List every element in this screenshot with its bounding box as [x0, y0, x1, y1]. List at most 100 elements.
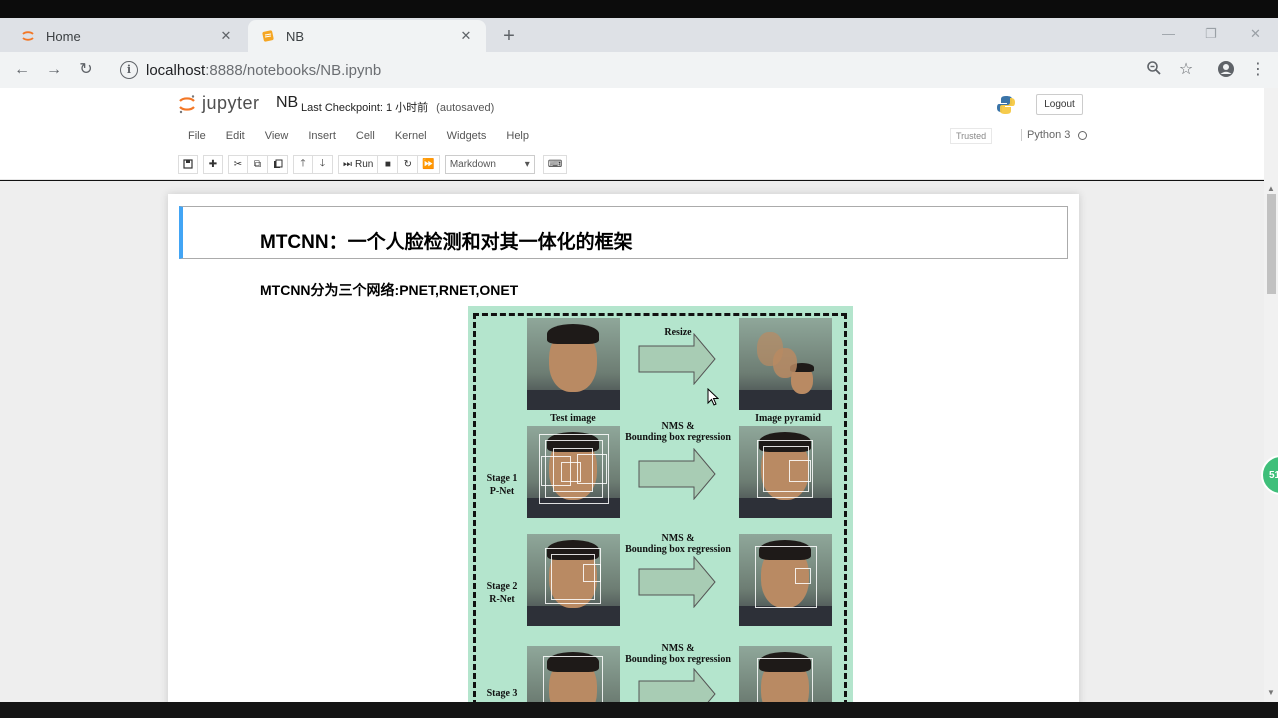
zoom-icon[interactable]	[1144, 60, 1164, 80]
tab-title: Home	[46, 28, 81, 44]
kernel-name: Python 3	[1027, 129, 1071, 141]
image-pyramid	[739, 318, 832, 410]
menu-edit[interactable]: Edit	[216, 126, 255, 148]
bookmark-star-icon[interactable]: ☆	[1176, 60, 1196, 80]
insert-cell-plus-icon[interactable]: ✚	[203, 154, 223, 174]
forward-arrow-icon[interactable]: →	[44, 60, 64, 80]
menu-kebab-icon[interactable]: ⋮	[1248, 60, 1268, 80]
run-label: Run	[355, 158, 374, 170]
mtcnn-pipeline-figure: Test image Resize Image pyramid Stage 1 P…	[468, 306, 853, 718]
url-host: localhost	[146, 61, 206, 79]
test-image	[527, 318, 620, 410]
jupyter-logo[interactable]: jupyter	[178, 93, 260, 114]
paste-icon[interactable]	[268, 154, 288, 174]
stage2-title: Stage 2	[486, 581, 518, 592]
run-button[interactable]: ⏭ Run	[338, 154, 379, 174]
jupyter-logo-icon	[178, 94, 196, 114]
nms-line: NMS &	[661, 643, 695, 654]
profile-icon[interactable]	[1216, 60, 1236, 80]
tab-nb[interactable]: NB ✕	[248, 20, 486, 52]
command-palette-keyboard-icon[interactable]: ⌨	[542, 154, 568, 174]
trusted-indicator[interactable]: Trusted	[950, 128, 993, 144]
python-logo-icon	[996, 95, 1016, 115]
jupyter-logo-text: jupyter	[202, 93, 260, 113]
stage3-label: Stage 3	[482, 687, 522, 700]
stage2-label: Stage 2 R-Net	[482, 580, 522, 606]
tab-close-icon[interactable]: ✕	[218, 28, 234, 44]
logout-button[interactable]: Logout	[1036, 94, 1083, 115]
interrupt-stop-icon[interactable]: ■	[378, 154, 399, 174]
url-path: :8888/notebooks/NB.ipynb	[205, 61, 382, 79]
resize-arrow-icon	[638, 333, 716, 385]
stage2-arrow-icon	[638, 556, 716, 608]
bbox-regression-line: Bounding box regression	[625, 544, 731, 555]
new-tab-button[interactable]: +	[498, 26, 520, 48]
restart-run-all-icon[interactable]: ⏩	[418, 154, 440, 174]
scroll-up-icon[interactable]: ▲	[1267, 184, 1275, 193]
bbox-regression-line: Bounding box regression	[625, 654, 731, 665]
kernel-indicator: Python 3	[1021, 129, 1088, 141]
browser-toolbar: ← → ↻ i localhost:8888/notebooks/NB.ipyn…	[0, 52, 1278, 88]
checkpoint-status: Last Checkpoint: 1 小时前 (autosaved)	[301, 99, 494, 115]
move-down-arrow-icon[interactable]: 🡓	[313, 154, 333, 174]
autosave-status: (autosaved)	[436, 102, 495, 114]
stage1-nms-label: NMS & Bounding box regression	[618, 421, 738, 443]
tab-close-icon[interactable]: ✕	[458, 28, 474, 44]
run-step-icon: ⏭	[343, 158, 352, 170]
copy-icon[interactable]: ⧉	[248, 154, 268, 174]
move-up-arrow-icon[interactable]: 🡑	[293, 154, 313, 174]
stage2-output-image	[739, 534, 832, 626]
menu-widgets[interactable]: Widgets	[437, 126, 497, 148]
cell-heading: MTCNN：一个人脸检测和对其一体化的框架	[260, 232, 633, 253]
stage3-title: Stage 3	[486, 688, 518, 699]
stage1-input-image	[527, 426, 620, 518]
tab-home[interactable]: Home ✕	[8, 20, 246, 52]
jupyter-favicon-icon	[20, 28, 36, 44]
restart-icon[interactable]: ↻	[398, 154, 419, 174]
mouse-cursor-icon	[707, 388, 719, 406]
stage2-net: R-Net	[489, 594, 515, 605]
kernel-idle-icon	[1078, 130, 1088, 140]
cell-subheading: MTCNN分为三个网络:PNET,RNET,ONET	[260, 282, 519, 298]
image-pyramid-label: Image pyramid	[755, 413, 821, 424]
stage1-output-image	[739, 426, 832, 518]
nms-line: NMS &	[661, 421, 695, 432]
reload-icon[interactable]: ↻	[76, 60, 96, 80]
notebook-menubar: File Edit View Insert Cell Kernel Widget…	[178, 126, 539, 148]
notebook-favicon-icon	[260, 28, 276, 44]
stage1-arrow-icon	[638, 448, 716, 500]
menu-kernel[interactable]: Kernel	[385, 126, 437, 148]
cell-type-select[interactable]: Markdown ▾	[444, 154, 535, 174]
save-icon[interactable]	[178, 154, 198, 174]
test-image-label: Test image	[550, 413, 596, 424]
stage1-net: P-Net	[489, 486, 515, 497]
os-bottom-bar	[0, 702, 1278, 718]
os-top-bar	[0, 0, 1278, 18]
menu-view[interactable]: View	[255, 126, 299, 148]
cell-type-value: Markdown	[449, 158, 496, 170]
jupyter-header: jupyter NB Last Checkpoint: 1 小时前 (autosa…	[0, 88, 1264, 180]
scrollbar-thumb[interactable]	[1267, 194, 1276, 294]
url-text: localhost:8888/notebooks/NB.ipynb	[146, 62, 381, 79]
back-arrow-icon[interactable]: ←	[12, 60, 32, 80]
page-scrollbar[interactable]: ▲ ▼	[1264, 88, 1278, 702]
cut-icon[interactable]: ✂	[228, 154, 248, 174]
stage2-input-image	[527, 534, 620, 626]
minimize-icon[interactable]: —	[1162, 26, 1175, 41]
address-bar[interactable]: i localhost:8888/notebooks/NB.ipynb	[108, 56, 1218, 84]
site-info-icon[interactable]: i	[120, 61, 138, 79]
menu-help[interactable]: Help	[496, 126, 539, 148]
menu-insert[interactable]: Insert	[298, 126, 346, 148]
scroll-down-icon[interactable]: ▼	[1267, 688, 1275, 697]
notebook-site: MTCNN：一个人脸检测和对其一体化的框架 MTCNN分为三个网络:PNET,R…	[0, 181, 1264, 718]
window-close-icon[interactable]: ✕	[1250, 26, 1261, 42]
tab-title: NB	[286, 28, 305, 44]
tab-strip: Home ✕ NB ✕ + — ❐ ✕	[0, 18, 1278, 52]
stage1-label: Stage 1 P-Net	[482, 472, 522, 498]
notebook-name[interactable]: NB	[276, 94, 298, 112]
restore-icon[interactable]: ❐	[1205, 26, 1217, 42]
menu-file[interactable]: File	[178, 126, 216, 148]
stage1-title: Stage 1	[486, 473, 518, 484]
menu-cell[interactable]: Cell	[346, 126, 385, 148]
checkpoint-text: Last Checkpoint: 1 小时前	[301, 102, 429, 114]
